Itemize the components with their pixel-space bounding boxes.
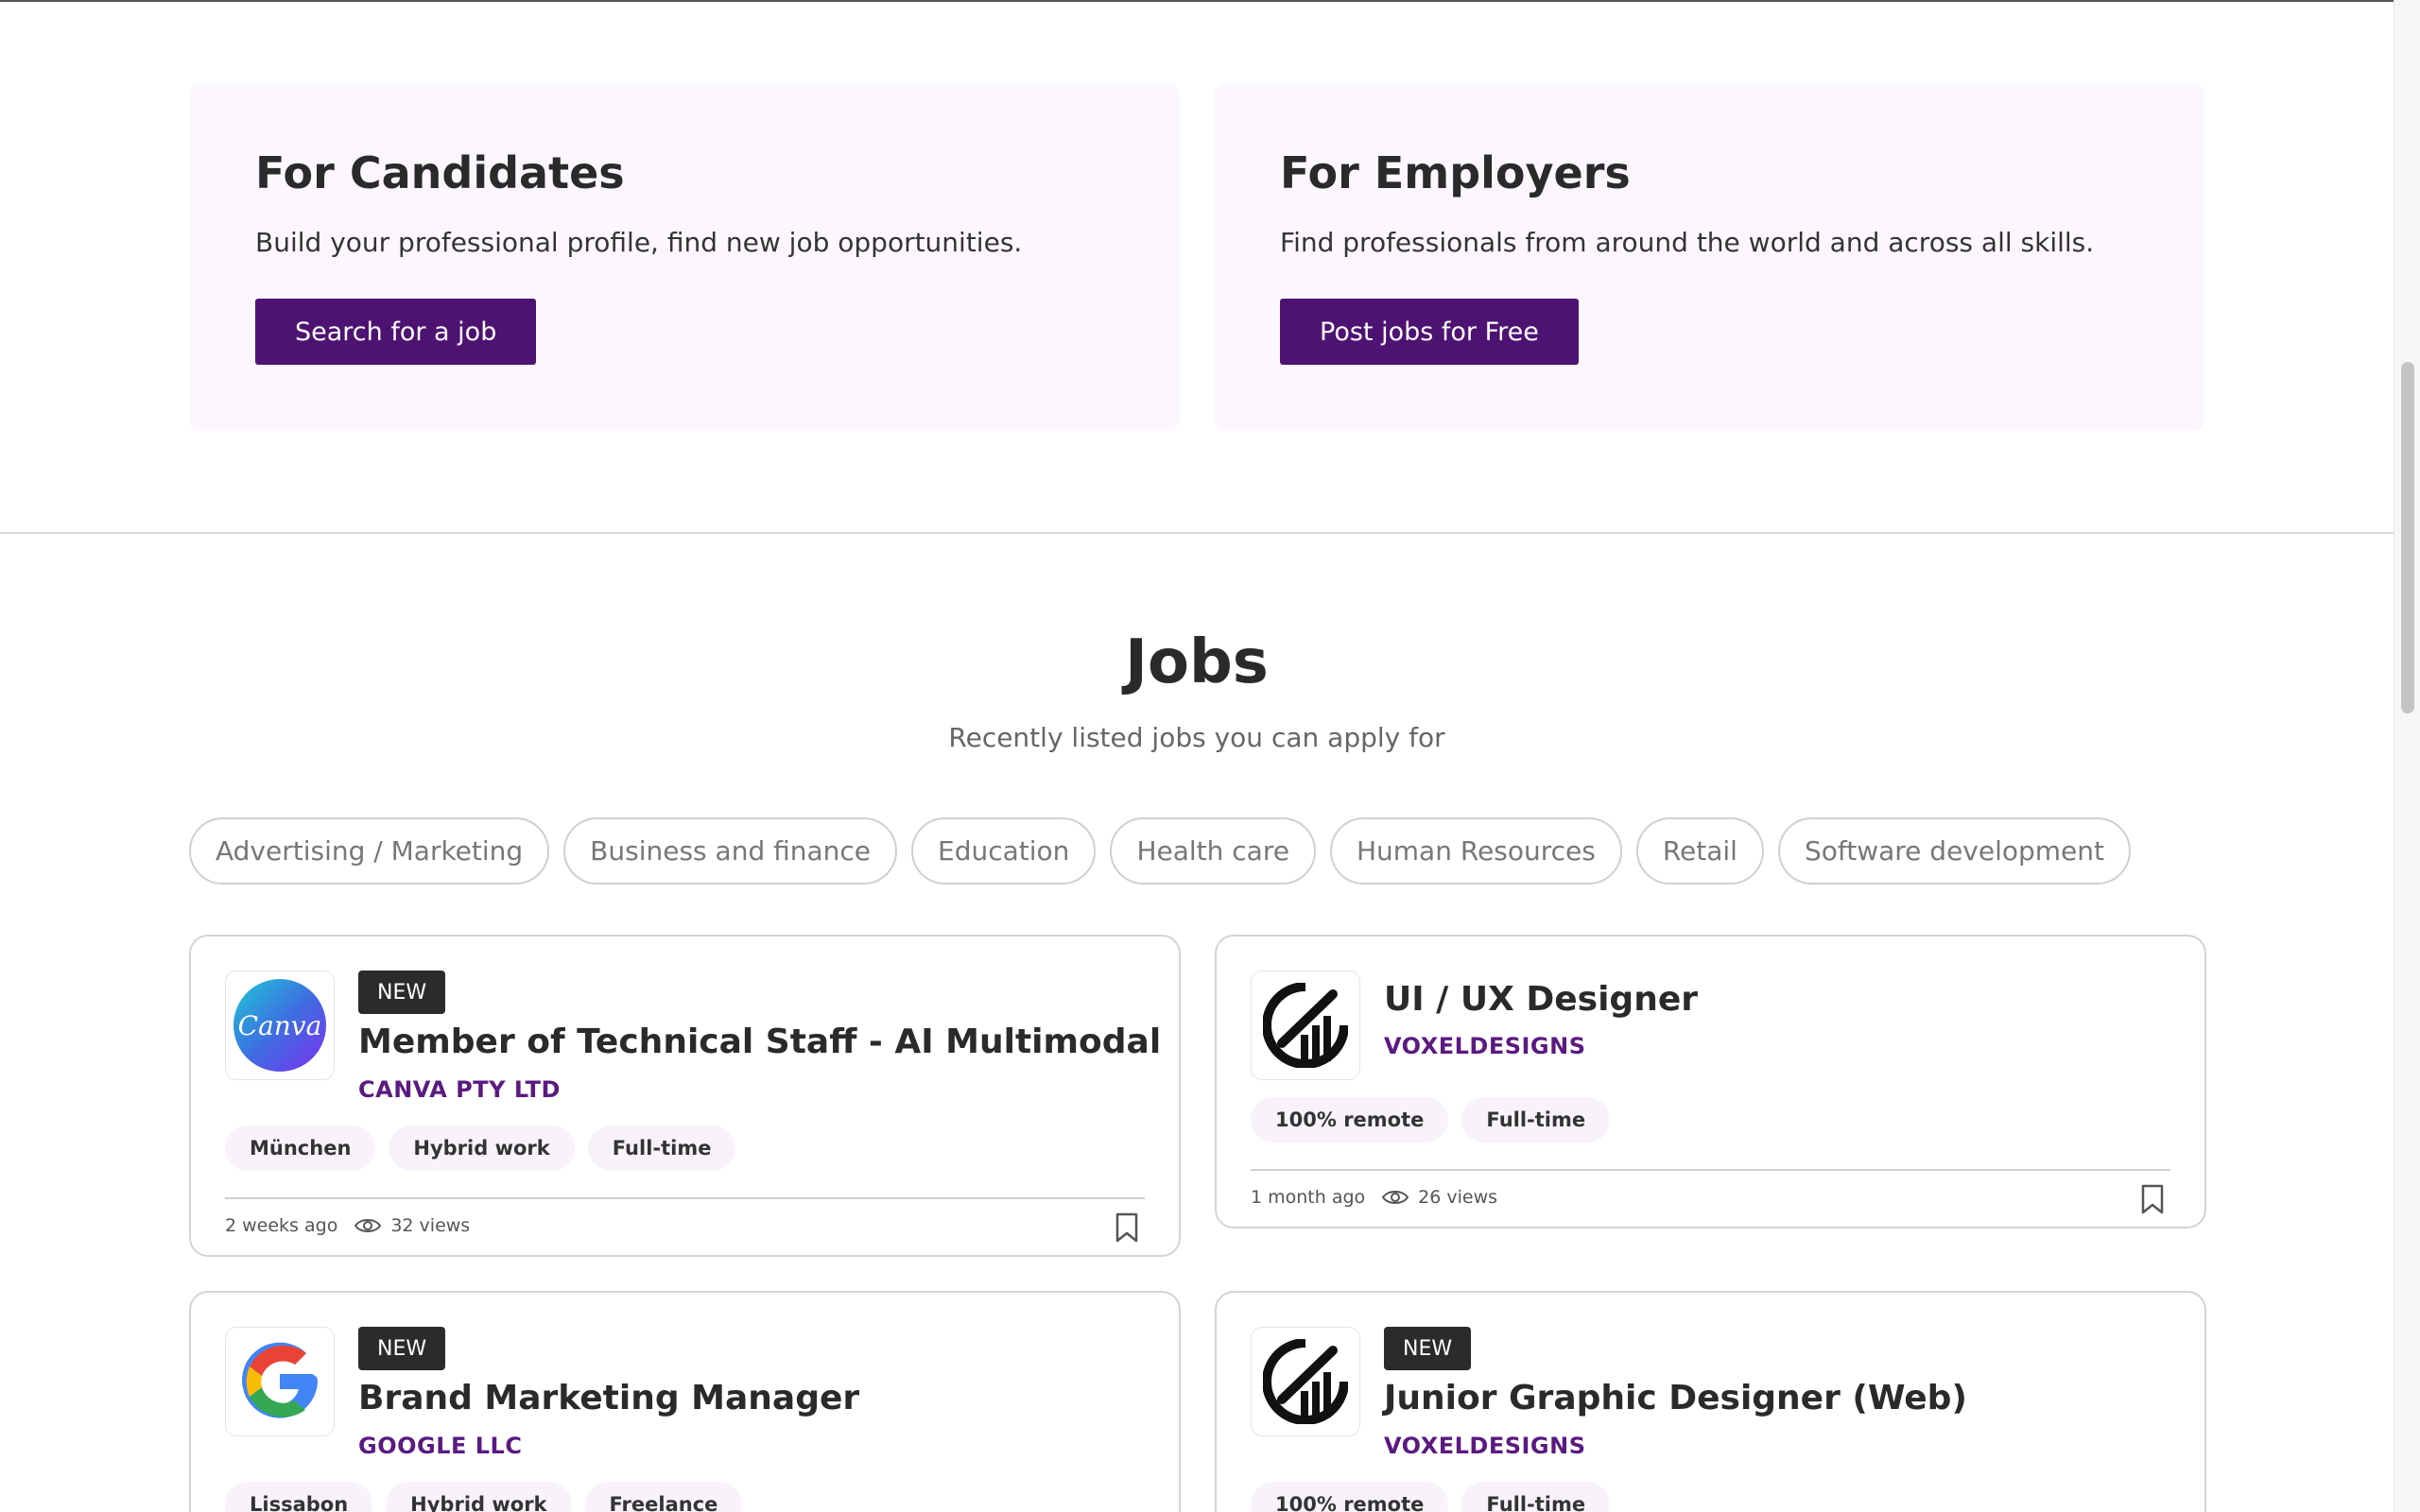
category-chip-software[interactable]: Software development [1777,817,2132,885]
views-count: 32 views [354,1215,470,1236]
job-card[interactable]: UI / UX Designer VOXELDESIGNS 100% remot… [1215,935,2206,1228]
new-badge: NEW [1384,1327,1472,1370]
job-tags: München Hybrid work Full-time [225,1125,736,1171]
work-mode-tag: Hybrid work [386,1482,572,1512]
job-title[interactable]: UI / UX Designer [1384,980,1698,1019]
card-divider [225,1197,1145,1199]
employers-card: For Employers Find professionals from ar… [1214,83,2204,431]
location-tag: München [225,1125,376,1171]
job-tags: Lissabon Hybrid work Freelance [225,1482,743,1512]
category-chip-advertising[interactable]: Advertising / Marketing [189,817,550,885]
job-card[interactable]: Canva NEW Member of Technical Staff - AI… [189,935,1181,1257]
voxeldesigns-logo [1251,1327,1360,1436]
section-divider [0,532,2394,534]
eye-icon [1382,1191,1409,1204]
employment-type-tag: Full-time [1461,1482,1611,1512]
canva-logo: Canva [225,971,335,1080]
job-tags: 100% remote Full-time [1251,1097,1611,1143]
views-count: 26 views [1382,1187,1497,1208]
job-tags: 100% remote Full-time [1251,1482,1611,1512]
job-card[interactable]: NEW Brand Marketing Manager GOOGLE LLC L… [189,1291,1181,1512]
job-title[interactable]: Junior Graphic Designer (Web) [1384,1379,1967,1418]
company-name[interactable]: VOXELDESIGNS [1384,1033,1586,1059]
company-name[interactable]: VOXELDESIGNS [1384,1433,1586,1459]
canva-logo-text: Canva [238,1010,322,1041]
search-job-button[interactable]: Search for a job [255,299,537,365]
category-chip-health-care[interactable]: Health care [1110,817,1316,885]
company-name[interactable]: CANVA PTY LTD [358,1076,561,1103]
category-chip-human-resources[interactable]: Human Resources [1329,817,1622,885]
jobs-title: Jobs [1125,627,1269,697]
jobs-subtitle: Recently listed jobs you can apply for [948,722,1445,753]
new-badge: NEW [358,971,446,1014]
new-badge: NEW [358,1327,446,1370]
category-chip-retail[interactable]: Retail [1635,817,1764,885]
bookmark-icon[interactable] [1115,1212,1139,1243]
scrollbar-thumb[interactable] [2401,362,2414,713]
company-name[interactable]: GOOGLE LLC [358,1433,522,1459]
voxeldesigns-logo [1251,971,1360,1080]
category-chip-education[interactable]: Education [911,817,1097,885]
job-meta: 2 weeks ago 32 views [225,1215,470,1236]
top-border [0,0,2394,2]
work-mode-tag: 100% remote [1251,1482,1449,1512]
employment-type-tag: Full-time [1461,1097,1611,1143]
work-mode-tag: 100% remote [1251,1097,1449,1143]
views-text: 32 views [390,1215,471,1236]
scrollbar[interactable] [2394,0,2420,1512]
employment-type-tag: Full-time [587,1125,736,1171]
post-jobs-button[interactable]: Post jobs for Free [1280,299,1579,365]
job-card[interactable]: NEW Junior Graphic Designer (Web) VOXELD… [1215,1291,2206,1512]
google-logo [225,1327,335,1436]
views-text: 26 views [1418,1187,1498,1208]
work-mode-tag: Hybrid work [389,1125,575,1171]
job-meta: 1 month ago 26 views [1251,1187,1497,1208]
candidates-text: Build your professional profile, find ne… [255,227,1023,258]
posted-time: 2 weeks ago [225,1215,338,1236]
employment-type-tag: Freelance [584,1482,743,1512]
eye-icon [354,1219,382,1232]
employers-title: For Employers [1280,147,1631,198]
job-title[interactable]: Member of Technical Staff - AI Multimoda… [358,1022,1161,1061]
posted-time: 1 month ago [1251,1187,1366,1208]
candidates-title: For Candidates [255,147,625,198]
candidates-card: For Candidates Build your professional p… [189,83,1180,431]
location-tag: Lissabon [225,1482,373,1512]
job-title[interactable]: Brand Marketing Manager [358,1379,859,1418]
bookmark-icon[interactable] [2140,1184,2165,1214]
employers-text: Find professionals from around the world… [1280,227,2095,258]
category-chip-business[interactable]: Business and finance [563,817,898,885]
card-divider [1251,1169,2170,1171]
category-filter: Advertising / Marketing Business and fin… [189,817,2132,885]
